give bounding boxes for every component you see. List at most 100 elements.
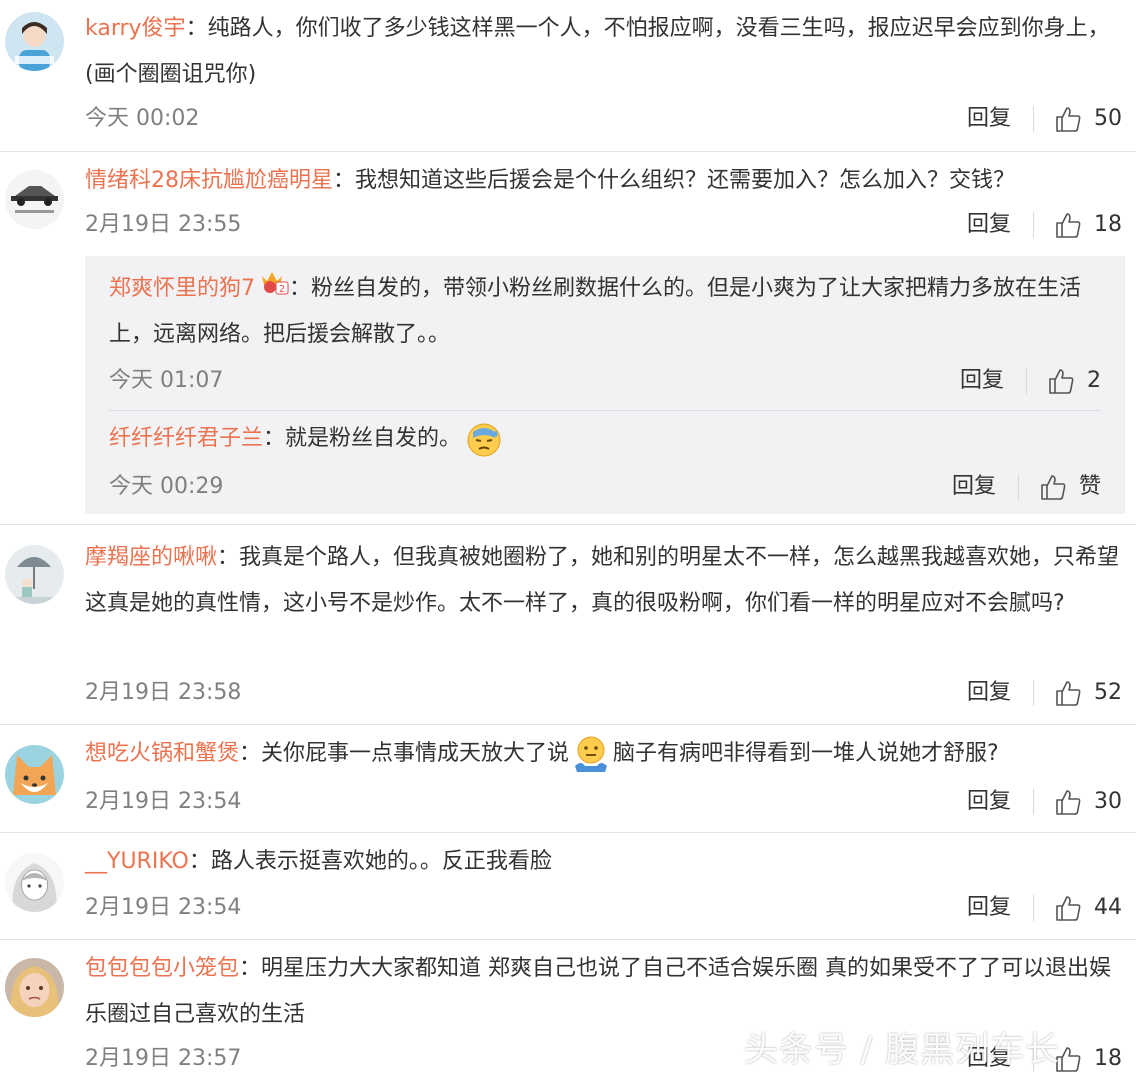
like-count: 18 [1094,1046,1122,1071]
timestamp: 今天 00:02 [85,106,200,131]
reply-meta: 今天 01:07 回复 2 [109,366,1101,396]
comment-body: __YURIKO：路人表示挺喜欢她的。。反正我看脸 [85,849,552,874]
thumbs-up-icon [1054,894,1082,922]
comment-text: 明星压力大大家都知道 郑爽自己也说了自己不适合娱乐圈 真的如果受不了了可以退出娱… [85,956,1112,1027]
like-count: 50 [1094,106,1122,131]
comment-actions: 回复 50 [967,104,1122,134]
reply-body: 纤纤纤纤君子兰：就是粉丝自发的。 [109,416,1101,462]
reply-meta: 今天 00:29 回复 赞 [109,472,1101,502]
username-link[interactable]: 想吃火锅和蟹煲 [85,741,239,766]
comment-meta: 2月19日 23:54 回复 30 [85,787,1122,817]
comment-actions: 回复 52 [967,678,1122,708]
like-button[interactable]: 赞 [1039,472,1101,502]
comment-item: karry俊宇：纯路人，你们收了多少钱这样黑一个人，不怕报应啊，没看三生吗，报应… [0,0,1136,152]
comment-meta: 2月19日 23:58 回复 52 [85,678,1122,708]
crown-badge-icon: 2 [259,266,289,312]
divider [1017,474,1019,500]
reply-button[interactable]: 回复 [952,472,996,502]
reply-thread: 郑爽怀里的狗7 2 ：粉丝自发的，带领小粉丝刷数据什么的。但是小爽为了让大家把精力多… [85,256,1125,514]
avatar[interactable] [5,958,64,1017]
thumbs-up-icon [1054,211,1082,239]
avatar[interactable] [5,853,64,912]
comment-body: 想吃火锅和蟹煲：关你屁事一点事情成天放大了说 脑子有病吧非得看到一堆人说她才舒服? [85,731,1122,777]
comment-body: 摩羯座的啾啾：我真是个路人，但我真被她圈粉了，她和别的明星太不一样，怎么越黑我越… [85,545,1120,616]
like-button[interactable]: 2 [1047,366,1101,396]
username-link[interactable]: karry俊宇 [85,16,186,41]
username-link[interactable]: 情绪科28床抗尴尬癌明星 [85,168,333,193]
comment-text: 纯路人，你们收了多少钱这样黑一个人，不怕报应啊，没看三生吗，报应迟早会应到你身上… [85,16,1110,87]
like-button[interactable]: 52 [1054,678,1122,708]
svg-text:2: 2 [279,284,285,295]
comment-actions: 回复 30 [967,787,1122,817]
reply-button[interactable]: 回复 [967,210,1011,240]
timestamp: 今天 01:07 [109,368,224,393]
reply-button[interactable]: 回复 [967,787,1011,817]
reply-button[interactable]: 回复 [967,893,1011,923]
comment-actions: 回复 18 [967,210,1122,240]
reply-text: 就是粉丝自发的。 [285,426,462,451]
sweat-face-emoji-icon [465,420,503,458]
comment-text: 我想知道这些后援会是个什么组织？还需要加入？怎么加入？交钱？ [355,168,1016,193]
like-count: 2 [1087,368,1101,393]
like-button[interactable]: 50 [1054,104,1122,134]
reply-actions: 回复 2 [960,366,1101,396]
comment-meta: 今天 00:02 回复 50 [85,104,1122,134]
reply-item: 纤纤纤纤君子兰：就是粉丝自发的。 今天 00:29 回复 赞 [109,412,1101,512]
like-button[interactable]: 30 [1054,787,1122,817]
timestamp: 2月19日 23:58 [85,680,242,705]
comment-item: 情绪科28床抗尴尬癌明星：我想知道这些后援会是个什么组织？还需要加入？怎么加入？… [0,152,1136,525]
username-link[interactable]: 摩羯座的啾啾 [85,545,217,570]
shrug-emoji-icon [571,734,611,774]
comment-meta: 2月19日 23:55 回复 18 [85,210,1122,240]
reply-body: 郑爽怀里的狗7 2 ：粉丝自发的，带领小粉丝刷数据什么的。但是小爽为了让大家把精力多… [109,266,1101,358]
like-count: 44 [1094,895,1122,920]
username-link[interactable]: 纤纤纤纤君子兰 [109,426,263,451]
username-link[interactable]: 包包包包小笼包 [85,956,239,981]
thumbs-up-icon [1054,679,1082,707]
thumbs-up-icon [1054,105,1082,133]
comment-text: 脑子有病吧非得看到一堆人说她才舒服? [613,741,999,766]
reply-divider [109,410,1101,411]
like-count: 52 [1094,680,1122,705]
timestamp: 2月19日 23:54 [85,895,242,920]
reply-item: 郑爽怀里的狗7 2 ：粉丝自发的，带领小粉丝刷数据什么的。但是小爽为了让大家把精力多… [109,256,1101,408]
divider [1033,212,1034,238]
avatar[interactable] [5,12,64,71]
divider [1033,789,1034,815]
watermark: 头条号 / 腹黑列车长 [744,1030,1061,1070]
like-count: 18 [1094,212,1122,237]
avatar[interactable] [5,745,64,804]
like-button[interactable]: 18 [1054,210,1122,240]
comment-text: 关你屁事一点事情成天放大了说 [261,741,570,766]
comment-meta: 2月19日 23:54 回复 44 [85,893,1122,923]
comment-text: 路人表示挺喜欢她的。。反正我看脸 [210,849,552,874]
reply-actions: 回复 赞 [952,472,1101,502]
avatar[interactable] [5,170,64,229]
comment-item: __YURIKO：路人表示挺喜欢她的。。反正我看脸 2月19日 23:54 回复… [0,833,1136,940]
divider [1026,368,1027,394]
timestamp: 2月19日 23:57 [85,1046,242,1071]
reply-button[interactable]: 回复 [960,366,1004,396]
timestamp: 2月19日 23:54 [85,789,242,814]
timestamp: 2月19日 23:55 [85,212,242,237]
divider [1033,895,1034,921]
thumbs-up-icon [1047,367,1075,395]
like-button[interactable]: 44 [1054,893,1122,923]
comment-item: 摩羯座的啾啾：我真是个路人，但我真被她圈粉了，她和别的明星太不一样，怎么越黑我越… [0,525,1136,725]
timestamp: 今天 00:29 [109,474,224,499]
comment-body: 情绪科28床抗尴尬癌明星：我想知道这些后援会是个什么组织？还需要加入？怎么加入？… [85,168,1016,193]
divider [1033,106,1034,132]
like-count: 30 [1094,789,1122,814]
like-button[interactable]: 18 [1054,1044,1122,1074]
avatar[interactable] [5,545,64,604]
comment-actions: 回复 44 [967,893,1122,923]
comment-text: 我真是个路人，但我真被她圈粉了，她和别的明星太不一样，怎么越黑我越喜欢她，只希望… [85,545,1120,616]
thumbs-up-icon [1054,788,1082,816]
divider [1033,680,1034,706]
username-link[interactable]: 郑爽怀里的狗7 [109,276,255,301]
username-link[interactable]: __YURIKO [85,849,189,874]
like-count: 赞 [1078,474,1101,499]
reply-button[interactable]: 回复 [967,678,1011,708]
comment-item: 想吃火锅和蟹煲：关你屁事一点事情成天放大了说 脑子有病吧非得看到一堆人说她才舒服?… [0,725,1136,833]
reply-button[interactable]: 回复 [967,104,1011,134]
